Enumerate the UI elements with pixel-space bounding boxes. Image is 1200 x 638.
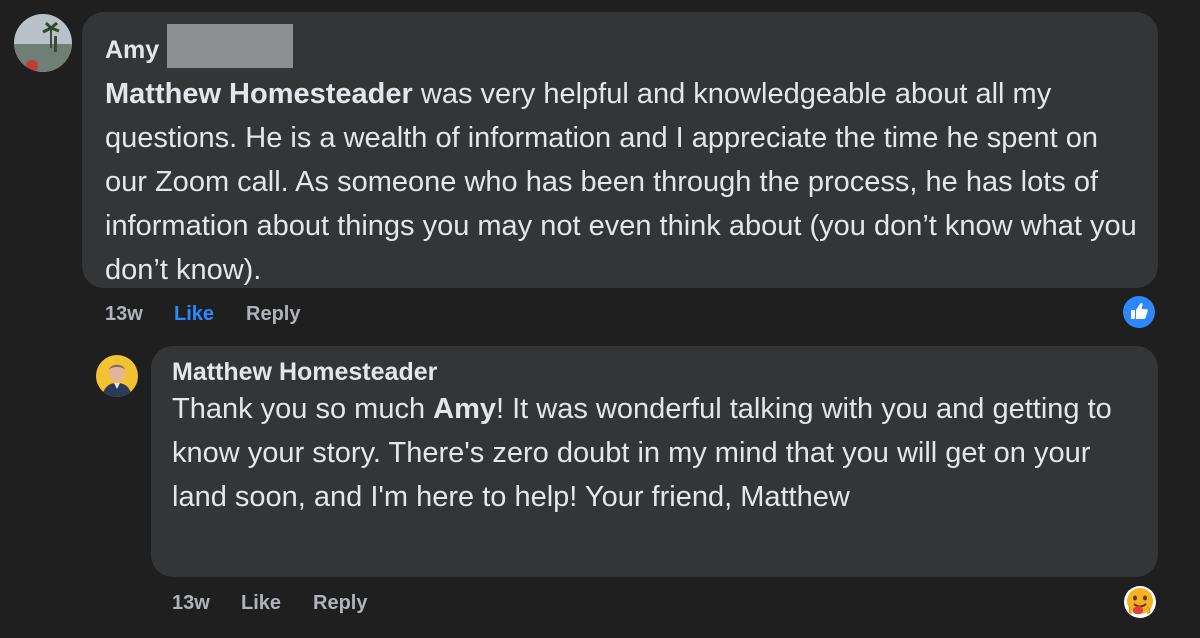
- reply-author-name[interactable]: Matthew Homesteader: [172, 355, 1138, 389]
- reply-bubble: Matthew Homesteader Thank you so much Am…: [151, 346, 1158, 577]
- reply-text: Thank you so much Amy! It was wonderful …: [172, 387, 1138, 519]
- comment-bubble: Amy Matthew Homesteader was very helpful…: [82, 12, 1158, 288]
- avatar-matthew[interactable]: [96, 355, 138, 397]
- comment-like-button[interactable]: Like: [174, 303, 214, 326]
- comment-mention[interactable]: Matthew Homesteader: [105, 78, 413, 110]
- comment-reply-button[interactable]: Reply: [246, 303, 300, 326]
- avatar-amy[interactable]: [14, 14, 72, 72]
- comment-text: Matthew Homesteader was very helpful and…: [105, 72, 1138, 292]
- reply-reply-button[interactable]: Reply: [313, 592, 367, 615]
- avatar-matthew-image: [96, 355, 138, 397]
- avatar-amy-image: [14, 14, 72, 72]
- reply-body-start: Thank you so much: [172, 393, 434, 425]
- comment-timestamp[interactable]: 13w: [105, 303, 143, 326]
- comment-author-name[interactable]: Amy: [105, 36, 159, 65]
- reply-timestamp[interactable]: 13w: [172, 592, 210, 615]
- redacted-surname: [167, 24, 294, 68]
- care-hug-emoji-icon[interactable]: [1123, 585, 1157, 619]
- comment-actions: 13w Like Reply: [105, 303, 505, 329]
- comment-author-row: Amy: [105, 24, 1138, 70]
- reply-mention[interactable]: Amy: [433, 393, 496, 425]
- reply-like-button[interactable]: Like: [241, 592, 281, 615]
- reply-actions: 13w Like Reply: [172, 592, 572, 618]
- thumbs-up-icon[interactable]: [1123, 296, 1155, 328]
